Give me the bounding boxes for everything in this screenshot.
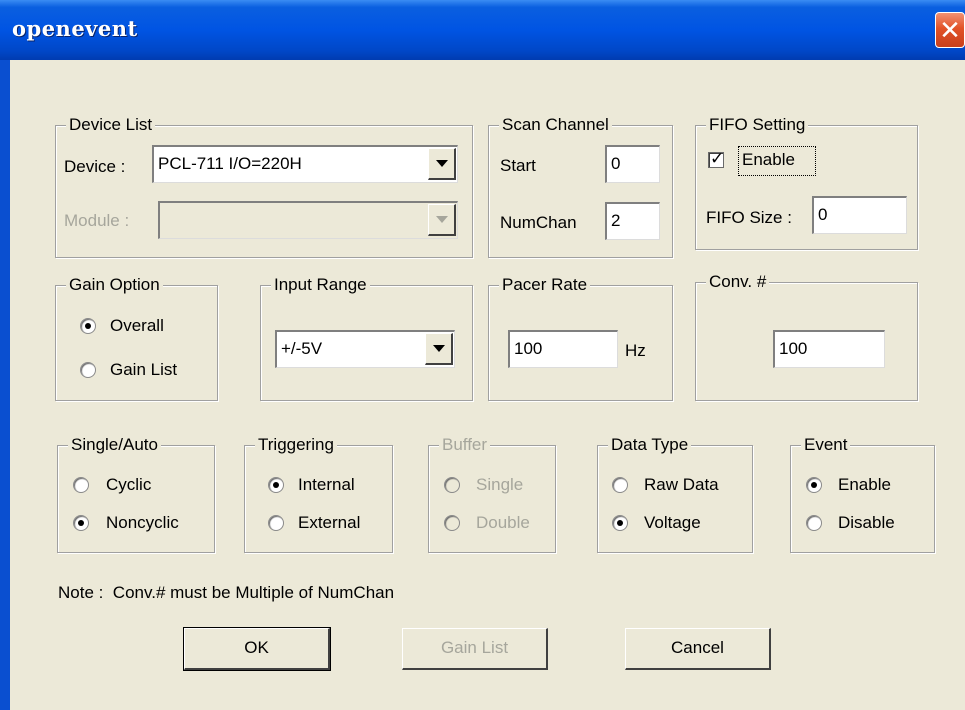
checkmark-icon: ✓ [710, 149, 725, 168]
single-auto-group: Single/Auto [57, 434, 215, 553]
fifo-size-label: FIFO Size : [706, 208, 792, 227]
device-label: Device : [64, 157, 126, 176]
gain-option-legend: Gain Option [66, 274, 163, 296]
start-label: Start [500, 156, 536, 175]
double-label: Double [476, 513, 530, 532]
conv-input[interactable]: 100 [773, 330, 885, 368]
single-label: Single [476, 475, 524, 494]
radio-single [444, 477, 460, 493]
module-label: Module : [64, 211, 130, 230]
overall-label[interactable]: Overall [110, 315, 164, 337]
numchan-input[interactable]: 2 [605, 202, 660, 240]
external-label[interactable]: External [298, 512, 360, 534]
single-auto-legend: Single/Auto [68, 434, 161, 456]
radio-overall[interactable] [80, 318, 96, 334]
gain-list-label[interactable]: Gain List [110, 359, 177, 381]
radio-gain-list[interactable] [80, 362, 96, 378]
radio-dot [273, 482, 279, 488]
input-range-legend: Input Range [271, 274, 370, 296]
noncyclic-label[interactable]: Noncyclic [106, 512, 179, 534]
radio-cyclic[interactable] [73, 477, 89, 493]
fifo-size-input[interactable]: 0 [812, 196, 907, 234]
radio-voltage[interactable] [612, 515, 628, 531]
note-text: Note : Conv.# must be Multiple of NumCha… [58, 583, 395, 602]
cyclic-label[interactable]: Cyclic [106, 474, 151, 496]
internal-label[interactable]: Internal [298, 474, 355, 496]
input-range-value: +/-5V [281, 339, 323, 358]
window-left-border [0, 60, 10, 710]
radio-internal[interactable] [268, 477, 284, 493]
cancel-button[interactable]: Cancel [625, 628, 771, 670]
device-combobox[interactable]: PCL-711 I/O=220H [152, 145, 458, 183]
pacer-rate-legend: Pacer Rate [499, 274, 591, 296]
start-input[interactable]: 0 [605, 145, 660, 183]
data-type-group: Data Type [597, 434, 753, 553]
triggering-group: Triggering [244, 434, 393, 553]
device-dropdown-button[interactable] [428, 148, 456, 180]
radio-dot [85, 323, 91, 329]
event-enable-label[interactable]: Enable [838, 474, 891, 496]
event-group: Event [790, 434, 935, 553]
raw-data-label[interactable]: Raw Data [644, 474, 719, 496]
radio-event-disable[interactable] [806, 515, 822, 531]
voltage-label[interactable]: Voltage [644, 512, 701, 534]
input-range-dropdown-button[interactable] [425, 333, 453, 365]
numchan-label: NumChan [500, 213, 577, 232]
radio-noncyclic[interactable] [73, 515, 89, 531]
chevron-down-icon [436, 216, 448, 223]
scan-channel-legend: Scan Channel [499, 114, 612, 136]
window-title: openevent [12, 16, 138, 41]
chevron-down-icon [436, 160, 448, 167]
fifo-setting-legend: FIFO Setting [706, 114, 809, 136]
radio-dot [78, 520, 84, 526]
title-bar[interactable]: openevent ✕ [0, 0, 965, 60]
device-list-legend: Device List [66, 114, 156, 136]
module-combobox [158, 201, 458, 239]
buffer-legend: Buffer [439, 434, 491, 456]
ok-button[interactable]: OK [183, 627, 331, 671]
event-legend: Event [801, 434, 851, 456]
buffer-group: Buffer [428, 434, 556, 553]
module-dropdown-button [428, 204, 456, 236]
pacer-rate-unit: Hz [625, 341, 646, 360]
input-range-combobox[interactable]: +/-5V [275, 330, 455, 368]
event-disable-label[interactable]: Disable [838, 512, 895, 534]
fifo-enable-checkbox[interactable]: ✓ [708, 149, 724, 168]
radio-double [444, 515, 460, 531]
radio-event-enable[interactable] [806, 477, 822, 493]
device-value: PCL-711 I/O=220H [158, 154, 302, 173]
gain-option-group: Gain Option [55, 274, 218, 401]
fifo-enable-label[interactable]: Enable [742, 149, 795, 171]
triggering-legend: Triggering [255, 434, 337, 456]
close-icon: ✕ [939, 15, 961, 45]
dialog-window: openevent ✕ Device List Device : PCL-711… [0, 0, 965, 710]
radio-raw-data[interactable] [612, 477, 628, 493]
radio-external[interactable] [268, 515, 284, 531]
radio-dot [617, 520, 623, 526]
data-type-legend: Data Type [608, 434, 692, 456]
pacer-rate-input[interactable]: 100 [508, 330, 618, 368]
radio-dot [811, 482, 817, 488]
conv-legend: Conv. # [706, 271, 770, 293]
chevron-down-icon [433, 345, 445, 352]
close-button[interactable]: ✕ [935, 12, 965, 48]
gain-list-button: Gain List [402, 628, 548, 670]
